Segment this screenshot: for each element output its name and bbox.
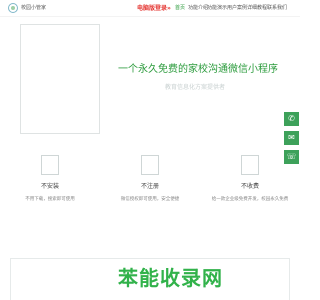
register-icon	[141, 155, 159, 175]
hero-subtitle: 教育信息化方案提供者	[165, 84, 226, 91]
phone-mockup	[20, 24, 100, 134]
feature-free: 不收费 给一款企业级免费开发，校园永久免费	[205, 155, 295, 202]
feature-title: 不收费	[240, 183, 259, 190]
feature-title: 不注册	[140, 183, 159, 190]
logo-icon	[8, 3, 18, 13]
watermark-text: 苯能收录网	[118, 266, 223, 290]
feature-desc: 不用下载，搜索即可使用	[25, 197, 75, 202]
nav-features[interactable]: 功能介绍	[188, 4, 208, 11]
nav-home[interactable]: 首页	[175, 4, 185, 11]
nav-cases[interactable]: 用户案例	[227, 4, 247, 11]
wechat-float-button[interactable]: ✉	[284, 131, 299, 145]
phone-float-button[interactable]: ✆	[284, 112, 299, 126]
feature-desc: 给一款企业级免费开发，校园永久免费	[211, 197, 289, 202]
feature-desc: 微信授权即可使用，安全便捷	[120, 197, 180, 202]
top-navigation-bar: 校园小管家 电脑版登录» 首页 功能介绍 功能演示 用户案例 详细教程 联系我们	[0, 0, 300, 17]
hero-divider	[0, 16, 300, 17]
feature-title: 不安装	[40, 183, 59, 190]
feature-no-install: 不安装 不用下载，搜索即可使用	[5, 155, 95, 202]
brand-name: 校园小管家	[21, 5, 47, 11]
nav-demo[interactable]: 功能演示	[207, 4, 227, 11]
free-icon	[241, 155, 259, 175]
nav-contact[interactable]: 联系我们	[267, 4, 287, 11]
install-icon	[41, 155, 59, 175]
hero-title: 一个永久免费的家校沟通微信小程序	[118, 64, 278, 75]
feature-no-register: 不注册 微信授权即可使用，安全便捷	[105, 155, 195, 202]
nav-tutorial[interactable]: 详细教程	[247, 4, 267, 11]
pc-login-link[interactable]: 电脑版登录»	[137, 3, 171, 12]
